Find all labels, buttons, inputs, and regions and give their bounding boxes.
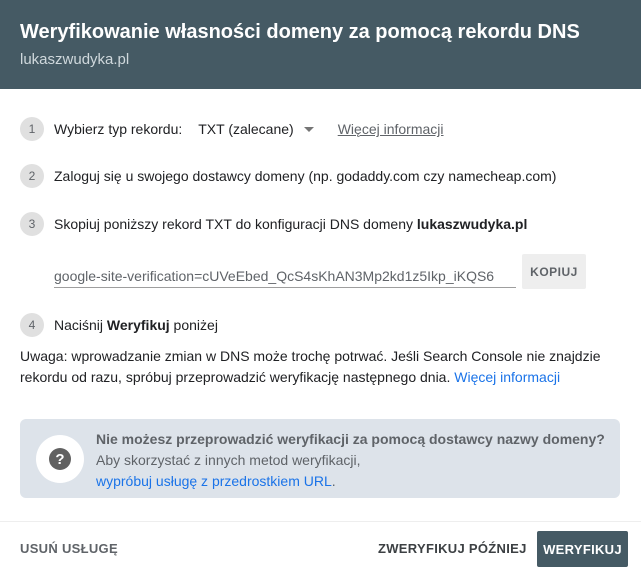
step-text-after: poniżej — [169, 317, 218, 333]
step-number: 2 — [20, 164, 44, 188]
url-prefix-link[interactable]: wypróbuj usługę z przedrostkiem URL — [96, 473, 332, 489]
note-more-info-link[interactable]: Więcej informacji — [454, 369, 560, 385]
more-info-link[interactable]: Więcej informacji — [338, 121, 444, 137]
step-2: 2 Zaloguj się u swojego dostawcy domeny … — [20, 164, 556, 188]
verify-keyword: Weryfikuj — [106, 317, 170, 333]
step-number: 4 — [20, 313, 44, 337]
dialog-title: Weryfikowanie własności domeny za pomocą… — [20, 21, 580, 43]
dialog-subtitle: lukaszwudyka.pl — [20, 51, 130, 68]
dns-note: Uwaga: wprowadzanie zmian w DNS może tro… — [20, 346, 620, 388]
txt-record-field[interactable]: google-site-verification=cUVeEbed_QcS4sK… — [54, 266, 516, 288]
copy-button[interactable]: KOPIUJ — [522, 254, 586, 289]
remove-property-button[interactable]: USUŃ USŁUGĘ — [20, 541, 118, 556]
link-suffix: . — [331, 473, 336, 489]
domain-name: lukaszwudyka.pl — [416, 216, 528, 232]
help-icon: ? — [49, 448, 71, 470]
help-icon-container: ? — [36, 435, 84, 483]
step-3: 3 Skopiuj poniższy rekord TXT do konfigu… — [20, 212, 527, 236]
info-text: Nie możesz przeprowadzić weryfikacji za … — [96, 429, 605, 492]
step-1: 1 Wybierz typ rekordu: TXT (zalecane) Wi… — [20, 117, 444, 141]
step-text: Naciśnij Weryfikuj poniżej — [54, 317, 218, 333]
step-label: Wybierz typ rekordu: — [54, 121, 183, 137]
step-text-main: Skopiuj poniższy rekord TXT do konfigura… — [54, 216, 417, 232]
footer-divider — [0, 521, 641, 522]
step-number: 3 — [20, 212, 44, 236]
verify-button[interactable]: WERYFIKUJ — [537, 531, 628, 567]
dialog-header: Weryfikowanie własności domeny za pomocą… — [0, 0, 641, 89]
step-text: Zaloguj się u swojego dostawcy domeny (n… — [54, 168, 557, 184]
alternative-method-box: ? Nie możesz przeprowadzić weryfikacji z… — [20, 419, 620, 498]
record-type-value: TXT (zalecane) — [198, 121, 294, 137]
verify-later-button[interactable]: ZWERYFIKUJ PÓŹNIEJ — [378, 541, 527, 556]
step-4: 4 Naciśnij Weryfikuj poniżej — [20, 313, 218, 337]
step-number: 1 — [20, 117, 44, 141]
step-text: Skopiuj poniższy rekord TXT do konfigura… — [54, 216, 527, 232]
info-title: Nie możesz przeprowadzić weryfikacji za … — [96, 431, 605, 447]
chevron-down-icon — [303, 126, 314, 132]
info-link-line: wypróbuj usługę z przedrostkiem URL. — [96, 471, 605, 492]
step-text-before: Naciśnij — [54, 317, 107, 333]
record-type-dropdown[interactable]: TXT (zalecane) — [198, 121, 314, 137]
info-line: Aby skorzystać z innych metod weryfikacj… — [96, 452, 361, 468]
